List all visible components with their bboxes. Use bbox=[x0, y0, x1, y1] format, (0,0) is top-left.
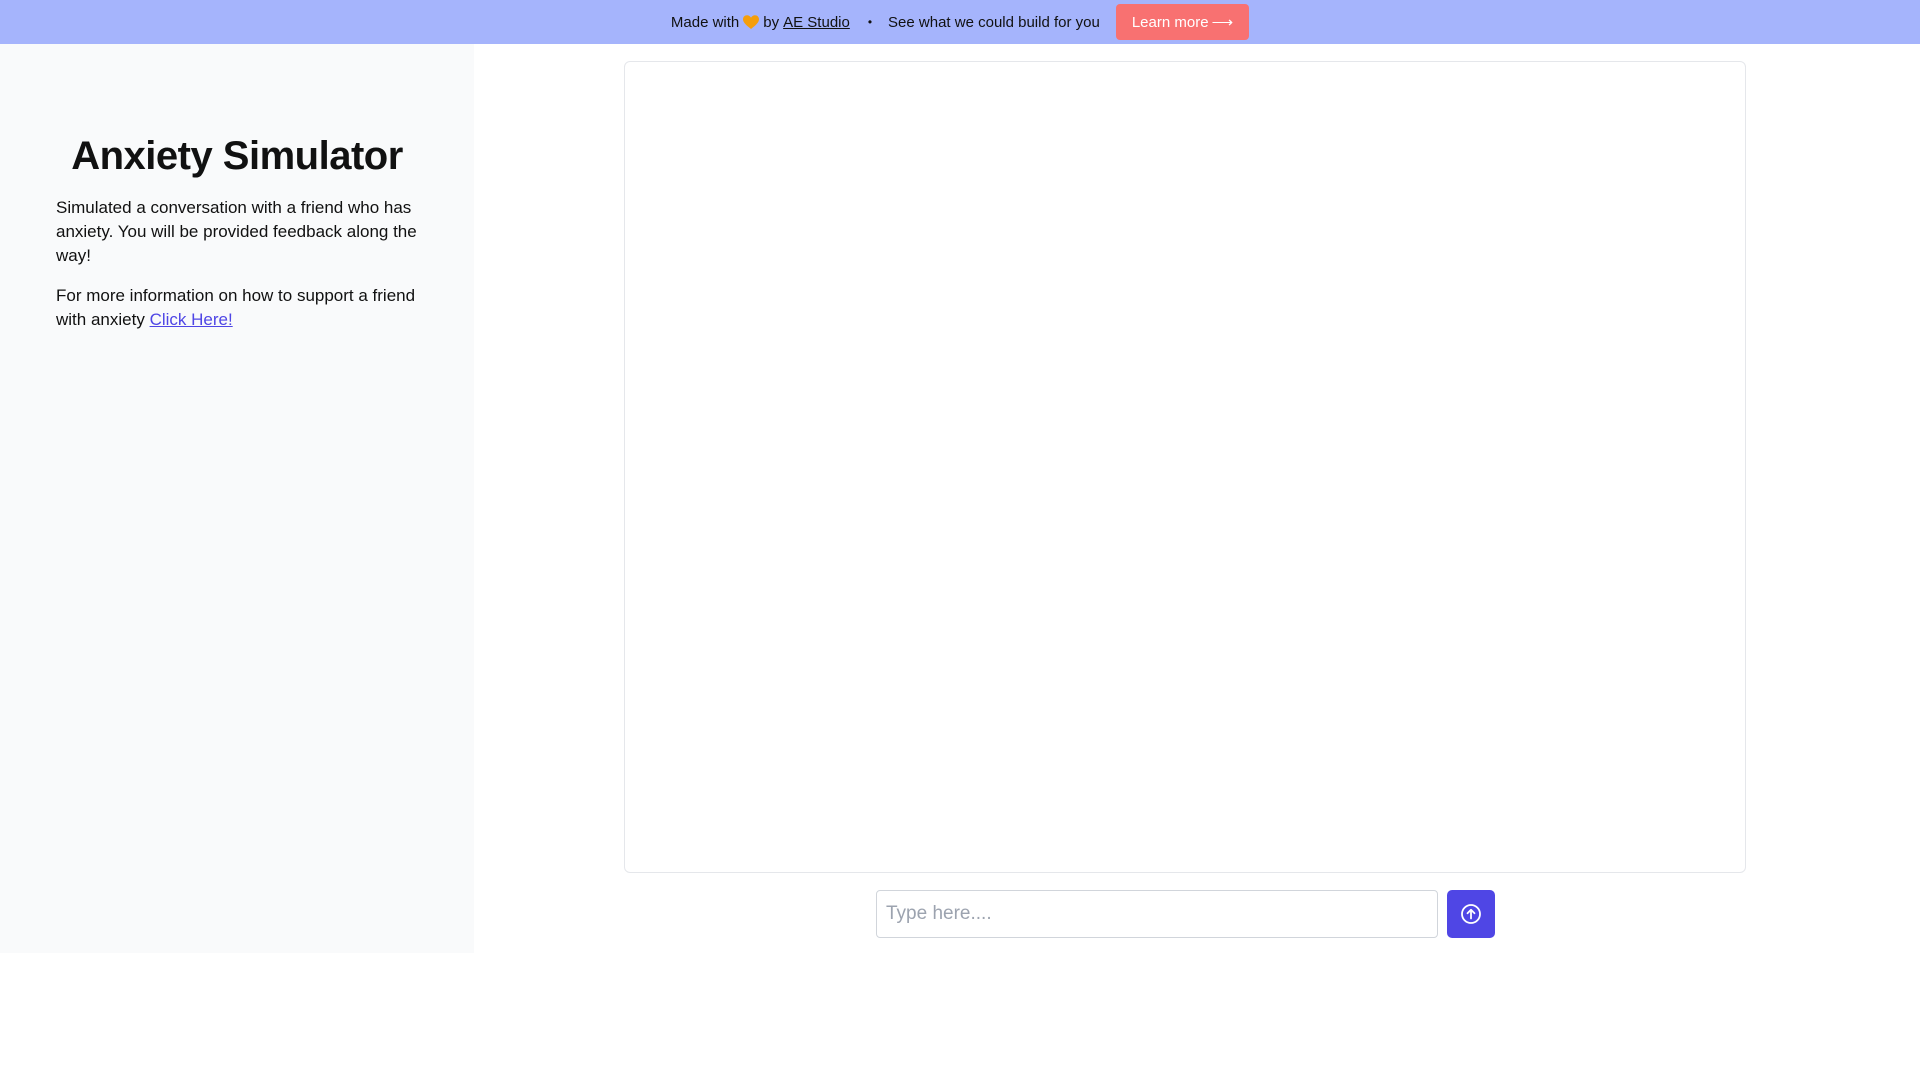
learn-more-label: Learn more bbox=[1132, 14, 1209, 31]
message-input[interactable] bbox=[876, 890, 1438, 938]
sidebar-description: Simulated a conversation with a friend w… bbox=[56, 196, 426, 268]
learn-more-button[interactable]: Learn more ⟶ bbox=[1116, 4, 1249, 40]
orange-heart-icon bbox=[743, 15, 759, 30]
support-info-link[interactable]: Click Here! bbox=[150, 310, 233, 329]
made-with-label: Made with bbox=[671, 14, 739, 31]
send-button[interactable] bbox=[1447, 890, 1495, 938]
banner-pitch-text: See what we could build for you bbox=[888, 14, 1100, 31]
by-label: by bbox=[763, 14, 779, 31]
sidebar-info: For more information on how to support a… bbox=[56, 284, 426, 332]
ae-studio-link[interactable]: AE Studio bbox=[783, 14, 850, 31]
arrow-right-icon: ⟶ bbox=[1212, 13, 1234, 31]
message-composer bbox=[876, 890, 1495, 938]
sidebar-info-text: For more information on how to support a… bbox=[56, 286, 415, 329]
sidebar: Anxiety Simulator Simulated a conversati… bbox=[0, 44, 474, 953]
separator-dot: • bbox=[868, 15, 872, 29]
made-with-text: Made with by AE Studio bbox=[671, 14, 850, 31]
arrow-up-circle-icon bbox=[1460, 903, 1482, 925]
promo-banner: Made with by AE Studio • See what we cou… bbox=[0, 0, 1920, 44]
page-title: Anxiety Simulator bbox=[0, 134, 474, 179]
chat-message-panel[interactable] bbox=[624, 61, 1746, 873]
